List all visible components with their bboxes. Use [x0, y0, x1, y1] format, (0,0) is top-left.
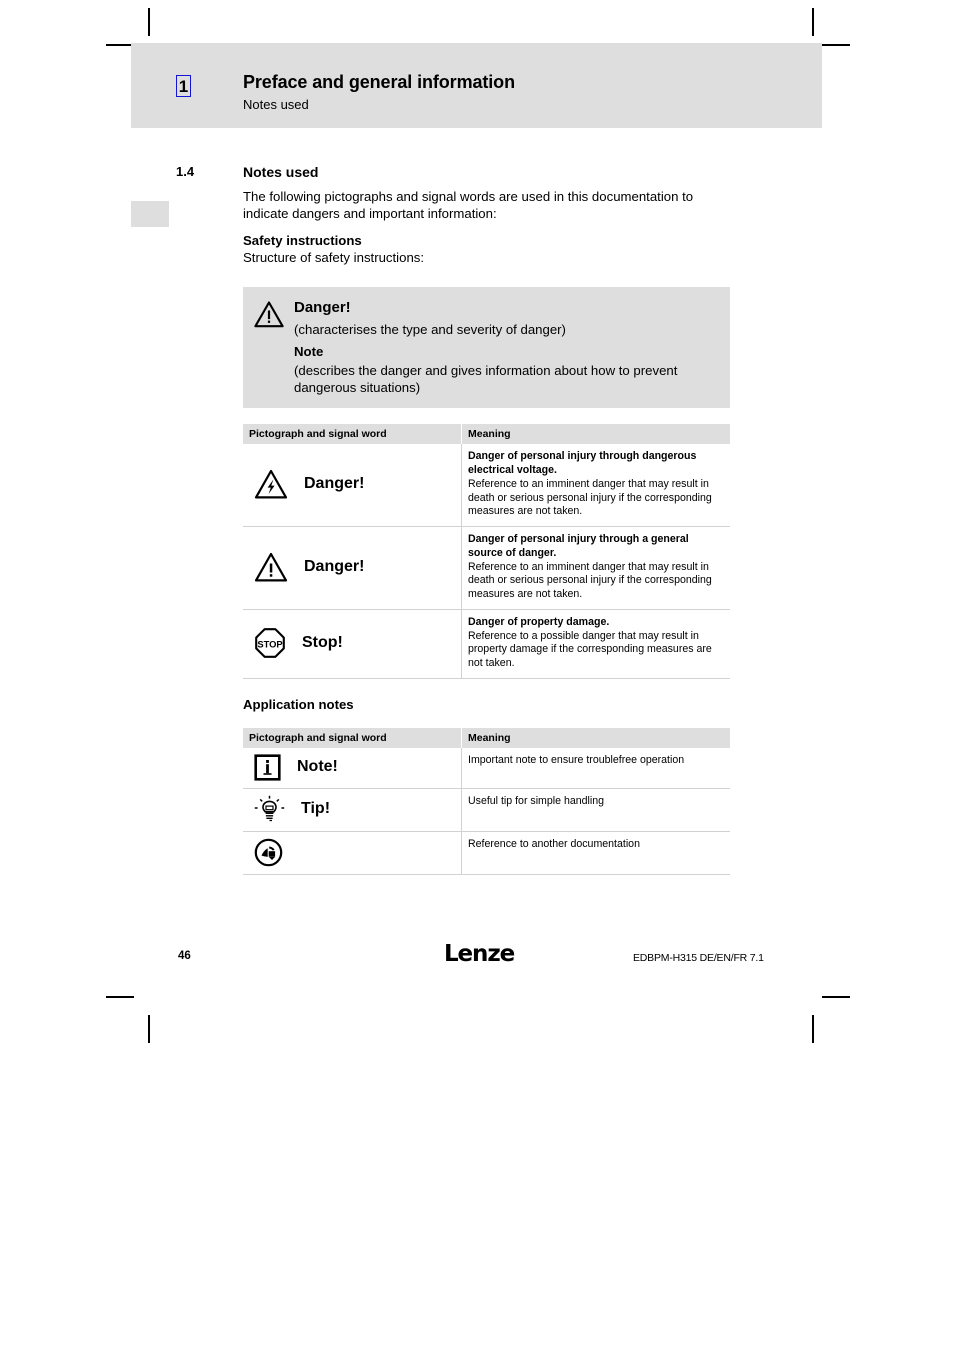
meaning-cell: Danger of property damage. Reference to …	[461, 609, 730, 680]
signal-word: Danger!	[304, 558, 365, 576]
column-header-signal: Pictograph and signal word	[243, 728, 462, 749]
meaning-text: Reference to an imminent danger that may…	[468, 477, 712, 518]
margin-tab-marker	[131, 201, 169, 227]
table-row: Note! Important note to ensure troublefr…	[243, 748, 730, 790]
column-header-meaning: Meaning	[461, 424, 730, 445]
crop-mark-top-left-horizontal	[106, 44, 134, 46]
meaning-bold: Danger of property damage.	[468, 615, 610, 628]
main-content: The following pictographs and signal wor…	[243, 189, 733, 876]
footer-page-number: 46	[178, 950, 191, 962]
crop-mark-bottom-left-vertical	[148, 1015, 150, 1043]
meaning-cell: Useful tip for simple handling	[461, 788, 730, 833]
stop-octagon-icon: STOP	[254, 627, 286, 659]
safety-instructions-table: Pictograph and signal word Meaning Dange…	[243, 424, 730, 680]
callout-title: Danger!	[294, 298, 351, 316]
intro-paragraph: The following pictographs and signal wor…	[243, 189, 694, 221]
safety-structure-line: Structure of safety instructions:	[243, 249, 425, 265]
signal-word: Stop!	[302, 634, 343, 652]
column-header-signal: Pictograph and signal word	[243, 424, 462, 445]
callout-note-text: (describes the danger and gives informat…	[294, 362, 678, 396]
table-header-row: Pictograph and signal word Meaning	[243, 424, 730, 445]
callout-description: (characterises the type and severity of …	[294, 321, 566, 337]
meaning-cell: Danger of personal injury through a gene…	[461, 526, 730, 610]
crop-mark-bottom-right-vertical	[812, 1015, 814, 1043]
signal-cell: Note!	[243, 748, 462, 790]
application-notes-table: Pictograph and signal word Meaning Note!…	[243, 728, 730, 876]
crop-mark-bottom-left-horizontal	[106, 996, 134, 998]
meaning-bold: Danger of personal injury through a gene…	[468, 533, 689, 559]
general-danger-triangle-icon	[254, 552, 288, 583]
chapter-number-box[interactable]: 1	[176, 75, 191, 97]
page-title: Preface and general information	[243, 72, 515, 92]
safety-instructions-heading: Safety instructions	[243, 232, 362, 248]
signal-word: Tip!	[301, 800, 331, 818]
meaning-cell: Reference to another documentation	[461, 831, 730, 876]
meaning-text: Reference to an imminent danger that may…	[468, 560, 712, 601]
signal-word: Note!	[297, 758, 338, 776]
chapter-number: 1	[178, 76, 189, 96]
meaning-cell: Danger of personal injury through danger…	[461, 444, 730, 528]
danger-callout-box: Danger! (characterises the type and seve…	[243, 286, 730, 409]
meaning-text: Important note to ensure troublefree ope…	[468, 754, 685, 767]
read-documentation-circle-icon	[254, 838, 283, 867]
footer-document-id: EDBPM-H315 DE/EN/FR 7.1	[633, 952, 764, 964]
crop-mark-top-right-vertical	[812, 8, 814, 36]
meaning-cell: Important note to ensure troublefree ope…	[461, 748, 730, 790]
signal-cell: STOP Stop!	[243, 609, 462, 680]
page-subtitle: Notes used	[243, 97, 309, 112]
signal-cell	[243, 831, 462, 876]
signal-cell: Danger!	[243, 526, 462, 610]
crop-mark-bottom-right-horizontal	[822, 996, 850, 998]
electrical-danger-triangle-icon	[254, 469, 288, 500]
table-row: Danger! Danger of personal injury throug…	[243, 526, 730, 610]
meaning-text: Reference to a possible danger that may …	[468, 629, 712, 670]
warning-triangle-icon	[254, 299, 294, 328]
section-title: Notes used	[243, 164, 319, 180]
signal-word: Danger!	[304, 475, 365, 493]
crop-mark-top-right-horizontal	[822, 44, 850, 46]
application-notes-heading: Application notes	[243, 697, 354, 713]
meaning-text: Reference to another documentation	[468, 838, 640, 851]
info-square-icon	[254, 754, 281, 781]
table-header-row: Pictograph and signal word Meaning	[243, 728, 730, 749]
meaning-text: Useful tip for simple handling	[468, 795, 605, 808]
table-row: Reference to another documentation	[243, 831, 730, 876]
lightbulb-tip-icon	[254, 795, 285, 824]
section-number: 1.4	[176, 164, 195, 179]
table-row: Danger! Danger of personal injury throug…	[243, 444, 730, 528]
crop-mark-top-left-vertical	[148, 8, 150, 36]
signal-cell: Danger!	[243, 444, 462, 528]
table-row: STOP Stop! Danger of property damage. Re…	[243, 609, 730, 680]
lenze-logo: Lenze	[444, 941, 515, 967]
column-header-meaning: Meaning	[461, 728, 730, 749]
signal-cell: Tip!	[243, 788, 462, 833]
svg-text:STOP: STOP	[257, 639, 282, 650]
meaning-bold: Danger of personal injury through danger…	[468, 450, 697, 477]
callout-note-label: Note	[294, 343, 324, 359]
table-row: Tip! Useful tip for simple handling	[243, 788, 730, 833]
